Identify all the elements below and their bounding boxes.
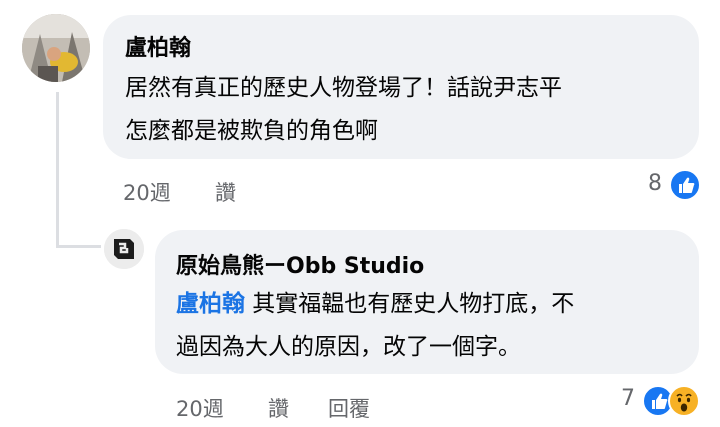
reply-like-button[interactable]: 讚 bbox=[268, 393, 289, 423]
reply-reply-button[interactable]: 回覆 bbox=[328, 393, 370, 423]
comment-timestamp[interactable]: 20週 bbox=[123, 177, 171, 207]
reply-text-line-1: 盧柏翰 其實福韞也有歷史人物打底，不 bbox=[176, 283, 574, 326]
comment-text-line-2: 怎麼都是被欺負的角色啊 bbox=[125, 118, 378, 144]
comment-author[interactable]: 盧柏翰 bbox=[125, 30, 191, 62]
reply-author[interactable]: 原始鳥熊ーObb Studio bbox=[176, 248, 424, 280]
reply-timestamp[interactable]: 20週 bbox=[176, 393, 224, 423]
like-icon[interactable] bbox=[669, 169, 701, 201]
avatar-photo bbox=[22, 14, 90, 82]
reply-avatar[interactable] bbox=[104, 229, 144, 269]
reply-text-line-2: 過因為大人的原因，改了一個字。 bbox=[176, 334, 521, 360]
mention-link[interactable]: 盧柏翰 bbox=[176, 291, 245, 317]
avatar[interactable] bbox=[22, 14, 90, 82]
comment-text-line-1: 居然有真正的歷史人物登場了！話說尹志平 bbox=[125, 75, 562, 101]
thread-connector-vertical bbox=[56, 92, 59, 248]
comment-like-button[interactable]: 讚 bbox=[215, 177, 236, 207]
reply-reaction-count[interactable]: 7 bbox=[621, 386, 635, 411]
thread-connector-horizontal bbox=[56, 245, 101, 248]
obb-logo-icon bbox=[104, 229, 144, 269]
reply-text-rest: 其實福韞也有歷史人物打底，不 bbox=[245, 291, 575, 317]
wow-icon[interactable] bbox=[668, 385, 700, 417]
comment-reaction-count[interactable]: 8 bbox=[648, 171, 662, 196]
